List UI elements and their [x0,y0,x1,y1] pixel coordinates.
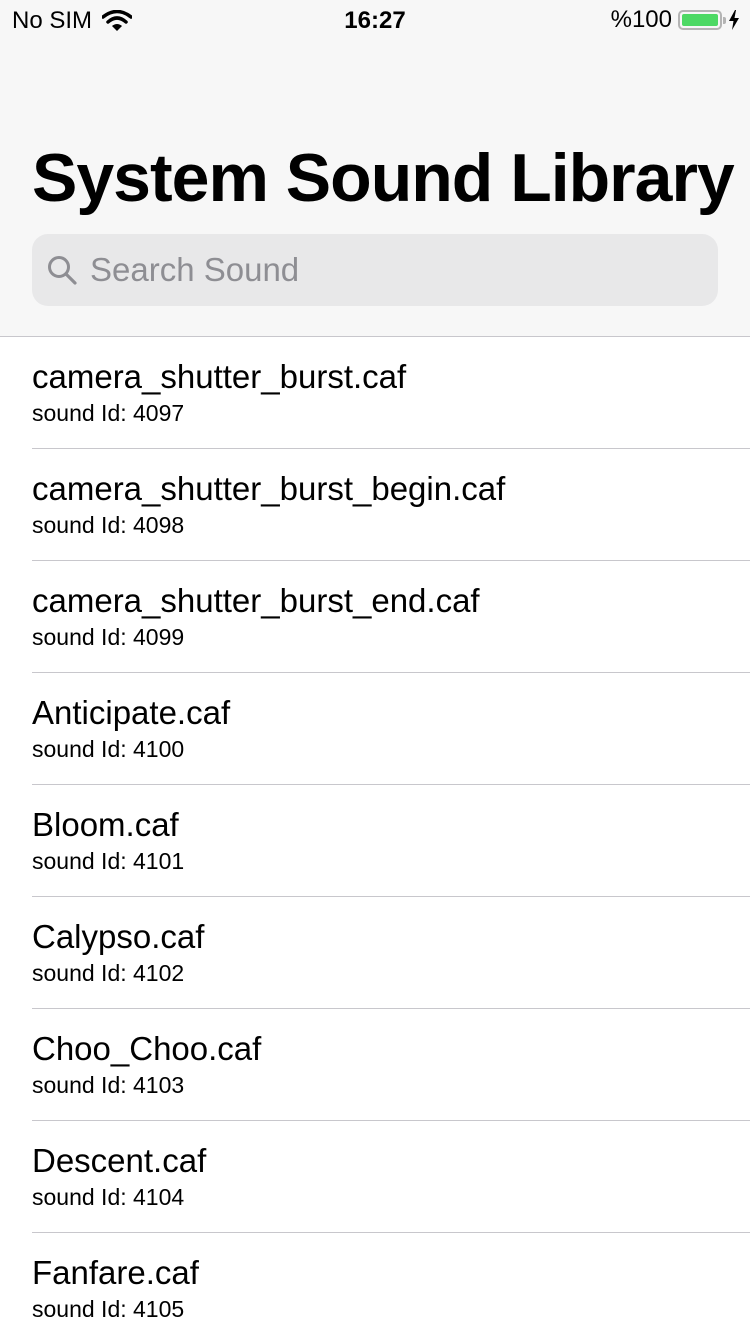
search-icon [48,256,77,285]
sound-row[interactable]: camera_shutter_burst_begin.caf sound Id:… [0,449,750,561]
navigation-header: No SIM 16:27 %100 System Sound Library S… [0,0,750,337]
battery-cap [723,17,726,24]
sound-row[interactable]: Fanfare.caf sound Id: 4105 [0,1233,750,1334]
search-bar[interactable] [32,234,718,306]
sound-id: sound Id: 4099 [32,624,185,650]
sound-id: sound Id: 4102 [32,960,185,986]
sound-name: Descent.caf [32,1142,207,1179]
sound-id: sound Id: 4104 [32,1184,185,1210]
status-bar: No SIM 16:27 %100 [0,0,750,40]
sound-name: Choo_Choo.caf [32,1030,262,1067]
sound-row[interactable]: camera_shutter_burst.caf sound Id: 4097 [0,337,750,449]
sound-name: camera_shutter_burst_begin.caf [32,470,506,507]
sound-name: camera_shutter_burst_end.caf [32,582,480,619]
app-screen: No SIM 16:27 %100 System Sound Library S… [0,0,750,1334]
sound-name: Anticipate.caf [32,694,231,731]
battery-icon [678,10,726,30]
battery-status: %100 [611,6,740,34]
sound-row[interactable]: Calypso.caf sound Id: 4102 [0,897,750,1009]
sound-id: sound Id: 4098 [32,512,185,538]
sound-row[interactable]: camera_shutter_burst_end.caf sound Id: 4… [0,561,750,673]
sound-row[interactable]: Anticipate.caf sound Id: 4100 [0,673,750,785]
sound-list: camera_shutter_burst.caf sound Id: 4097 … [0,337,750,1334]
sound-id: sound Id: 4105 [32,1296,185,1322]
sound-name: camera_shutter_burst.caf [32,358,407,395]
sound-row[interactable]: Bloom.caf sound Id: 4101 [0,785,750,897]
bolt-icon [729,10,739,30]
sound-name: Bloom.caf [32,806,179,843]
sound-row[interactable]: Descent.caf sound Id: 4104 [0,1121,750,1233]
sound-name: Fanfare.caf [32,1254,199,1291]
page-title: System Sound Library [32,140,735,216]
battery-level-fill [682,14,718,26]
sound-row[interactable]: Choo_Choo.caf sound Id: 4103 [0,1009,750,1121]
sound-id: sound Id: 4101 [32,848,185,874]
sound-id: sound Id: 4100 [32,736,185,762]
sound-id: sound Id: 4097 [32,400,185,426]
search-input[interactable] [90,251,690,289]
sound-name: Calypso.caf [32,918,205,955]
sound-id: sound Id: 4103 [32,1072,185,1098]
battery-percent: %100 [610,6,672,33]
